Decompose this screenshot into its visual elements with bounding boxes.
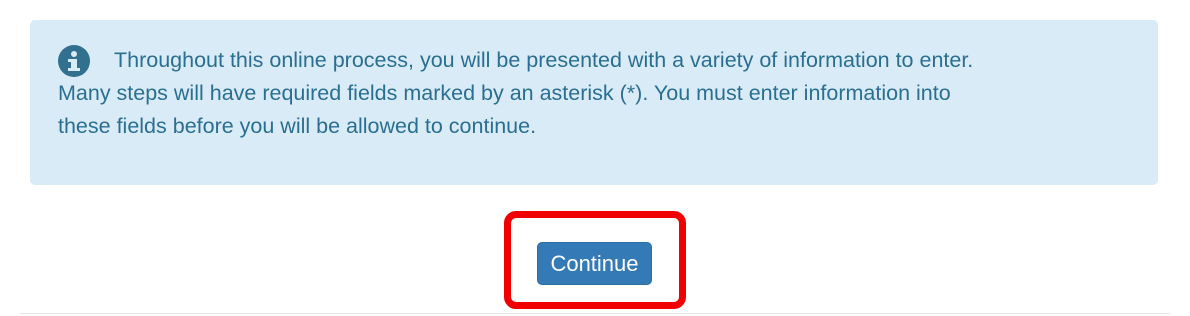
info-alert: Throughout this online process, you will… — [30, 20, 1158, 185]
alert-text-line-2: Many steps will have required fields mar… — [58, 81, 951, 105]
alert-text-line-3: these fields before you will be allowed … — [58, 114, 537, 138]
continue-button[interactable]: Continue — [537, 242, 652, 285]
info-circle-icon — [58, 45, 90, 77]
divider — [20, 313, 1170, 314]
page: Throughout this online process, you will… — [0, 0, 1190, 316]
alert-text-line-1: Throughout this online process, you will… — [114, 48, 974, 72]
